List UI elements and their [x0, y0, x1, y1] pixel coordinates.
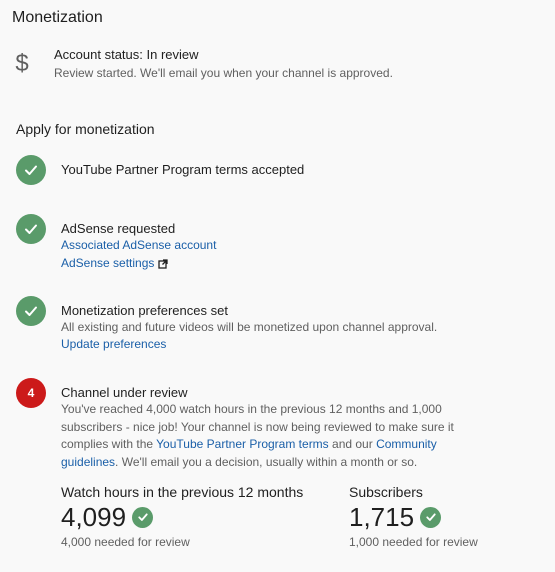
metric-value: 4,099 — [61, 501, 303, 533]
description-text: and our — [328, 437, 377, 451]
step-number-badge: 4 — [16, 378, 46, 408]
monetization-page: Monetization $ Account status: In review… — [0, 0, 555, 572]
metric-label: Watch hours in the previous 12 months — [61, 484, 304, 500]
apply-heading: Apply for monetization — [16, 121, 155, 137]
description-text: . We'll email you a decision, usually wi… — [115, 454, 418, 469]
step-description: You've reached 4,000 watch hours in the … — [61, 401, 491, 471]
adsense-settings-link[interactable]: AdSense settings — [61, 255, 541, 274]
check-icon — [16, 296, 46, 326]
step-body: Channel under review You've reached 4,00… — [61, 378, 541, 471]
account-status-title: Account status: In review — [54, 47, 199, 62]
step-description: All existing and future videos will be m… — [61, 320, 438, 334]
step-body: AdSense requested Associated AdSense acc… — [61, 214, 541, 274]
step-body: Monetization preferences set All existin… — [61, 296, 541, 353]
metric-label: Subscribers — [349, 484, 423, 500]
check-icon — [16, 155, 46, 185]
step-body: YouTube Partner Program terms accepted — [61, 155, 541, 178]
external-link-icon — [158, 257, 169, 274]
step-title: YouTube Partner Program terms accepted — [61, 162, 305, 177]
update-preferences-link[interactable]: Update preferences — [61, 336, 541, 353]
metric-value: 1,715 — [349, 501, 478, 533]
associated-adsense-link[interactable]: Associated AdSense account — [61, 237, 541, 254]
account-status-subtitle: Review started. We'll email you when you… — [54, 66, 393, 80]
metric-note: 4,000 needed for review — [61, 535, 190, 549]
check-icon — [132, 506, 154, 528]
subscribers-value: 1,715 — [349, 502, 415, 532]
check-icon — [16, 214, 46, 244]
step-title: Channel under review — [61, 385, 188, 400]
step-title: Monetization preferences set — [61, 303, 228, 318]
watch-hours-metric: Watch hours in the previous 12 months 4,… — [61, 484, 303, 549]
step-title: AdSense requested — [61, 221, 176, 236]
subscribers-metric: Subscribers 1,715 1,000 needed for revie… — [349, 484, 478, 549]
check-icon — [420, 506, 442, 528]
partner-program-terms-link[interactable]: YouTube Partner Program terms — [156, 437, 329, 451]
metric-note: 1,000 needed for review — [349, 535, 478, 549]
page-title: Monetization — [12, 9, 103, 26]
adsense-settings-label: AdSense settings — [61, 256, 155, 270]
dollar-icon: $ — [15, 50, 29, 77]
watch-hours-value: 4,099 — [61, 502, 127, 532]
